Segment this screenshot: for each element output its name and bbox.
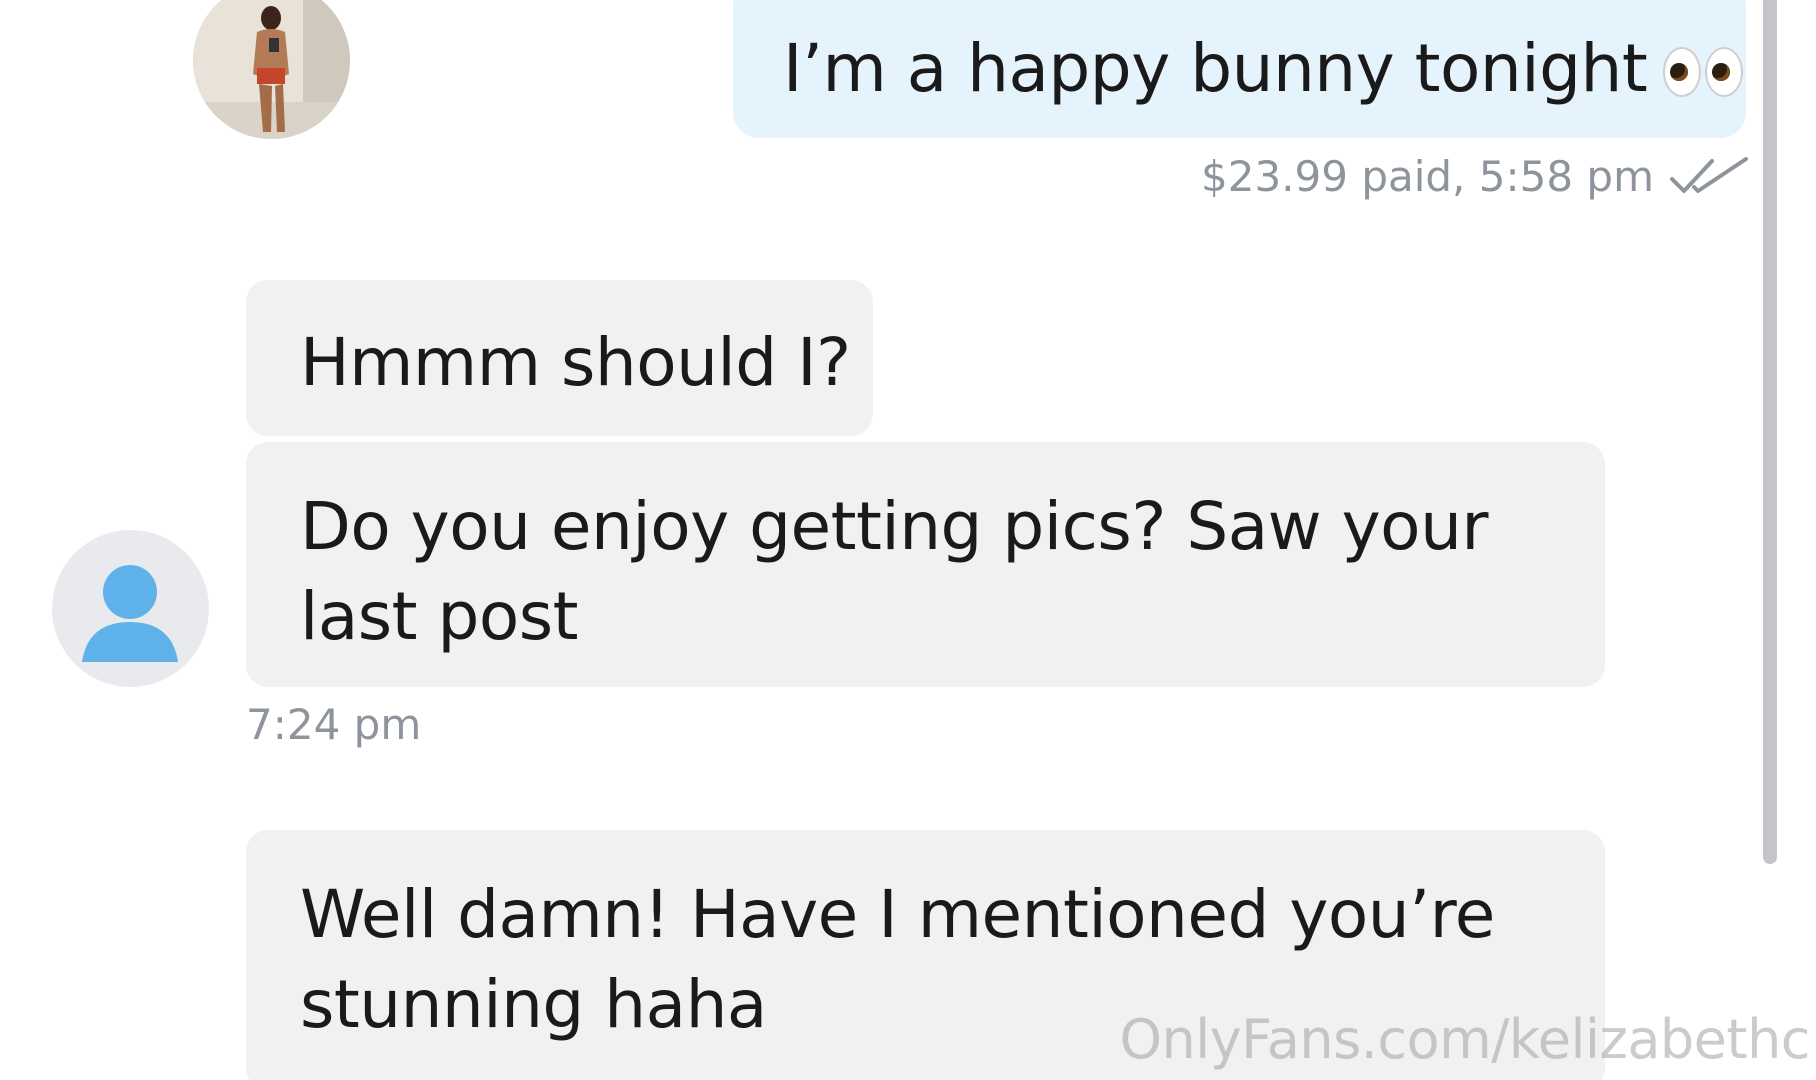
chat-view: I’m a happy bunny tonight $23.99 paid, 5… bbox=[0, 0, 1816, 1080]
outgoing-message-text: I’m a happy bunny tonight bbox=[783, 29, 1744, 107]
user-avatar[interactable] bbox=[52, 530, 209, 687]
incoming-message-text: Hmmm should I? bbox=[300, 324, 851, 401]
right-eye-icon bbox=[1705, 47, 1744, 98]
left-eye-icon bbox=[1663, 47, 1702, 98]
user-placeholder-icon bbox=[82, 565, 178, 662]
watermark-text: OnlyFans.com/kelizabethc bbox=[1119, 1008, 1810, 1071]
incoming-message-bubble[interactable]: Do you enjoy getting pics? Saw your last… bbox=[246, 442, 1605, 687]
incoming-message-text: Do you enjoy getting pics? Saw your last… bbox=[300, 488, 1489, 655]
chat-scrollbar[interactable] bbox=[1763, 0, 1777, 864]
outgoing-message-bubble[interactable]: I’m a happy bunny tonight bbox=[733, 0, 1746, 138]
contact-avatar-photo[interactable] bbox=[193, 0, 350, 139]
outgoing-message-meta: $23.99 paid, 5:58 pm bbox=[1201, 152, 1750, 201]
double-check-icon bbox=[1670, 156, 1748, 193]
incoming-message-bubble[interactable]: Hmmm should I? bbox=[246, 280, 873, 436]
outgoing-message-content: I’m a happy bunny tonight bbox=[783, 29, 1648, 107]
person-photo-icon bbox=[193, 0, 350, 139]
payment-time-label: $23.99 paid, 5:58 pm bbox=[1201, 152, 1654, 201]
eyes-emoji-icon bbox=[1663, 47, 1744, 98]
incoming-message-time: 7:24 pm bbox=[246, 700, 422, 749]
